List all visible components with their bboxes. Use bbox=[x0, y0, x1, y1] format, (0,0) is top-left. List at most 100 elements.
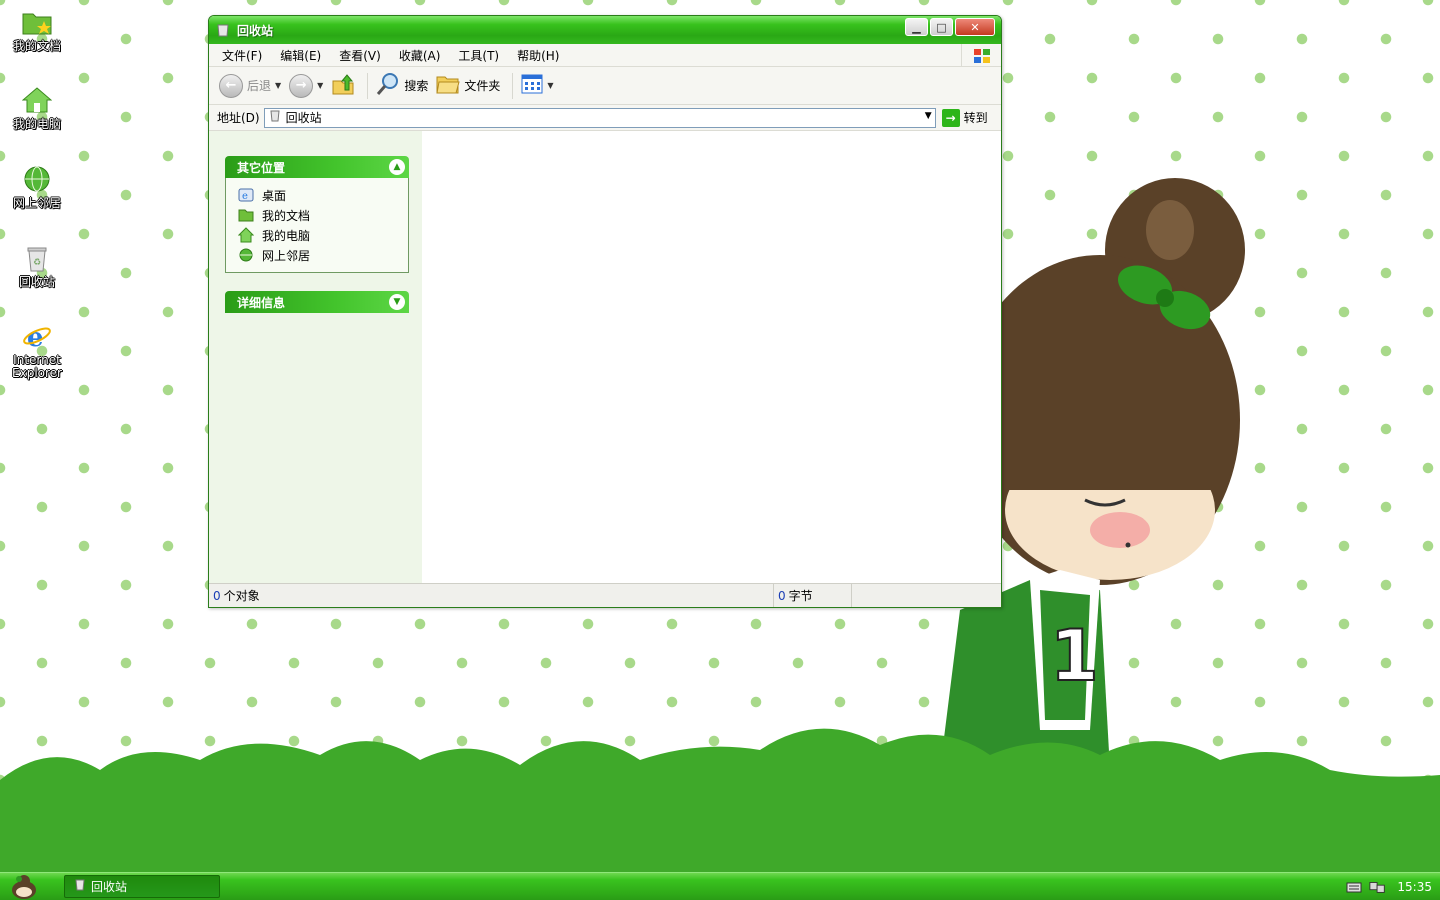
address-dropdown-icon[interactable]: ▼ bbox=[925, 111, 932, 121]
menu-favorites[interactable]: 收藏(A) bbox=[390, 47, 450, 64]
close-icon: ✕ bbox=[970, 20, 980, 34]
computer-house-icon bbox=[21, 84, 53, 116]
menu-tools[interactable]: 工具(T) bbox=[449, 47, 508, 64]
recycle-bin-icon bbox=[215, 22, 231, 38]
bytes-count: 0 bbox=[778, 588, 786, 603]
maximize-icon: □ bbox=[936, 20, 947, 34]
up-folder-button[interactable] bbox=[331, 72, 355, 99]
desktop-icon-label: 我的文档 bbox=[12, 39, 61, 53]
objects-count: 0 bbox=[213, 588, 221, 603]
svg-text:♻: ♻ bbox=[33, 258, 41, 268]
folders-label: 文件夹 bbox=[464, 79, 501, 93]
chevron-down-icon[interactable]: ▼ bbox=[389, 294, 405, 310]
search-button[interactable]: 搜索 bbox=[376, 72, 428, 99]
details-header[interactable]: 详细信息 ▼ bbox=[225, 291, 409, 313]
menu-help[interactable]: 帮助(H) bbox=[508, 47, 568, 64]
taskbar-button-recycle-bin[interactable]: 回收站 bbox=[64, 875, 220, 898]
computer-house-icon bbox=[238, 227, 254, 243]
desktop-icon-label: 网上邻居 bbox=[12, 196, 61, 210]
forward-arrow-icon: → bbox=[289, 73, 314, 98]
menu-view[interactable]: 查看(V) bbox=[330, 47, 390, 64]
recycle-bin-icon bbox=[270, 110, 280, 125]
window-titlebar[interactable]: 回收站 ▁ □ ✕ bbox=[209, 16, 1001, 44]
recycle-bin-icon bbox=[75, 879, 85, 894]
network-globe-icon bbox=[238, 247, 254, 263]
desktop-icon-label: 我的电脑 bbox=[12, 117, 61, 131]
recycle-bin-icon: ♻ bbox=[21, 242, 53, 274]
window-title: 回收站 bbox=[237, 23, 274, 38]
maximize-button[interactable]: □ bbox=[930, 18, 953, 36]
desktop-icon-label: Internet Explorer bbox=[12, 353, 62, 380]
views-button[interactable]: ▼ bbox=[521, 74, 554, 97]
place-link-desktop[interactable]: e 桌面 bbox=[238, 185, 408, 205]
chevron-up-icon[interactable]: ▲ bbox=[389, 159, 405, 175]
keyboard-icon[interactable] bbox=[1345, 878, 1363, 896]
place-label: 桌面 bbox=[262, 188, 287, 203]
windows-logo-icon bbox=[961, 44, 1001, 67]
folder-star-icon bbox=[21, 6, 53, 38]
wallpaper-green-hills bbox=[0, 728, 1440, 872]
chevron-down-icon[interactable]: ▼ bbox=[317, 81, 323, 90]
menu-edit[interactable]: 编辑(E) bbox=[271, 47, 330, 64]
svg-text:e: e bbox=[27, 323, 44, 351]
bytes-label: 字节 bbox=[788, 589, 813, 603]
panel-title: 其它位置 bbox=[237, 160, 286, 175]
desktop-icon-network[interactable]: 网上邻居 bbox=[4, 163, 70, 210]
objects-label: 个对象 bbox=[223, 589, 260, 603]
recycle-bin-window: 回收站 ▁ □ ✕ 文件(F) 编辑(E) 查看(V) 收藏(A) 工具(T) … bbox=[208, 15, 1002, 608]
standard-toolbar: ← 后退 ▼ → ▼ 搜索 文件夹 ▼ bbox=[209, 67, 1001, 105]
network-status-icon[interactable] bbox=[1369, 878, 1387, 896]
go-arrow-icon: → bbox=[941, 108, 960, 127]
menu-bar: 文件(F) 编辑(E) 查看(V) 收藏(A) 工具(T) 帮助(H) bbox=[209, 44, 1001, 67]
desktop-icon-label: 回收站 bbox=[18, 275, 55, 289]
start-button[interactable] bbox=[4, 873, 44, 900]
folder-icon bbox=[238, 207, 254, 223]
clock[interactable]: 15:35 bbox=[1397, 880, 1432, 894]
task-pane: 其它位置 ▲ e 桌面 我的文档 我的电脑 网上邻居 详细信息 ▼ bbox=[209, 131, 422, 583]
close-button[interactable]: ✕ bbox=[955, 18, 995, 36]
go-label: 转到 bbox=[963, 111, 988, 125]
address-value: 回收站 bbox=[285, 111, 322, 125]
place-label: 我的文档 bbox=[262, 208, 311, 223]
chevron-down-icon[interactable]: ▼ bbox=[547, 81, 553, 90]
network-globe-icon bbox=[21, 163, 53, 195]
place-label: 我的电脑 bbox=[262, 228, 311, 243]
panel-title: 详细信息 bbox=[237, 295, 286, 310]
forward-button[interactable]: → ▼ bbox=[289, 73, 323, 98]
address-input[interactable]: 回收站 ▼ bbox=[263, 107, 936, 128]
minimize-button[interactable]: ▁ bbox=[905, 18, 928, 36]
folders-button[interactable]: 文件夹 bbox=[436, 73, 500, 98]
desktop-icon: e bbox=[238, 187, 254, 203]
go-button[interactable]: → 转到 bbox=[941, 108, 988, 127]
start-avatar-icon bbox=[10, 873, 38, 900]
place-link-my-documents[interactable]: 我的文档 bbox=[238, 205, 408, 225]
folder-icon bbox=[436, 73, 460, 98]
status-bytes: 0 字节 bbox=[774, 584, 852, 607]
up-folder-icon bbox=[331, 72, 355, 99]
search-icon bbox=[376, 72, 400, 99]
status-bar: 0 个对象 0 字节 bbox=[209, 583, 1001, 607]
details-panel: 详细信息 ▼ bbox=[225, 291, 409, 313]
address-bar: 地址(D) 回收站 ▼ → 转到 bbox=[209, 105, 1001, 131]
view-grid-icon bbox=[521, 74, 543, 97]
search-label: 搜索 bbox=[404, 79, 429, 93]
menu-file[interactable]: 文件(F) bbox=[213, 47, 271, 64]
desktop-icon-recycle-bin[interactable]: ♻ 回收站 bbox=[4, 242, 70, 289]
place-label: 网上邻居 bbox=[262, 248, 311, 263]
chevron-down-icon[interactable]: ▼ bbox=[275, 81, 281, 90]
desktop-icon-my-computer[interactable]: 我的电脑 bbox=[4, 84, 70, 131]
system-tray: 15:35 bbox=[1345, 873, 1440, 900]
taskbar-button-label: 回收站 bbox=[91, 880, 128, 894]
taskbar: 回收站 15:35 bbox=[0, 872, 1440, 900]
other-places-header[interactable]: 其它位置 ▲ bbox=[225, 156, 409, 178]
back-button[interactable]: ← 后退 ▼ bbox=[219, 73, 281, 98]
place-link-network[interactable]: 网上邻居 bbox=[238, 245, 408, 265]
desktop-icon-my-documents[interactable]: 我的文档 bbox=[4, 6, 70, 53]
other-places-panel: 其它位置 ▲ e 桌面 我的文档 我的电脑 网上邻居 bbox=[225, 156, 409, 273]
place-link-my-computer[interactable]: 我的电脑 bbox=[238, 225, 408, 245]
minimize-icon: ▁ bbox=[912, 20, 921, 34]
svg-text:1: 1 bbox=[1050, 615, 1099, 697]
back-label: 后退 bbox=[247, 79, 272, 93]
desktop-icon-internet-explorer[interactable]: e Internet Explorer bbox=[4, 320, 70, 380]
file-list-area[interactable] bbox=[422, 131, 1001, 583]
